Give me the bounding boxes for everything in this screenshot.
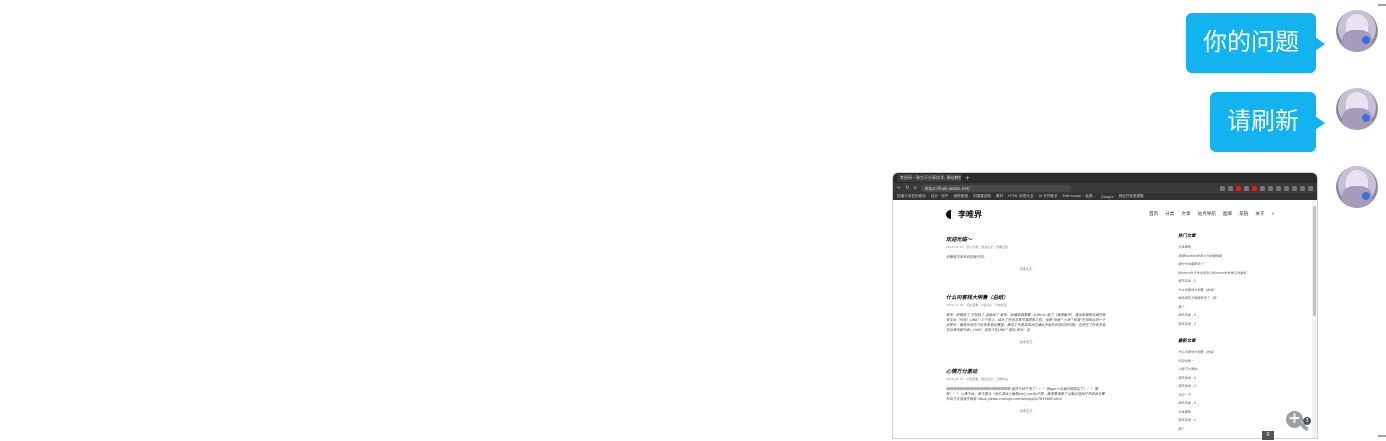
post: 什么叫客栈大明鲁（总结） 2022-12-15 · 点击查看 · 1条评论 · … [946,294,1106,344]
resize-corner-icon [1378,4,1386,14]
post-body: 联系：邮箱收了 学校给了 自由给了 联系：除播放器需要（GitHub 服了（推荐… [946,313,1106,332]
sidebar-link: 城市实践 - 1 [1178,418,1196,422]
avatar[interactable] [1336,88,1378,130]
back-icon: ← [897,185,902,191]
address-field: https://halo.iwabo.net/ [920,184,1071,192]
sidebar-heading: 热门文章 [1178,234,1196,239]
read-more: - 阅读全文 - [1017,409,1035,413]
site-logo: 李唯界 [946,209,982,220]
post-meta: 2022-12-15 · 点击查看 · 阅读全文 · 分类标签 [946,377,1009,381]
status-icon [1362,114,1370,122]
count-badge: 3 [1303,417,1311,425]
sidebar-link: 城市实践 - 2 [1178,313,1196,317]
post-body: 啊啊啊啊啊啊啊啊啊啊啊啊啊啊啊啊啊啊啊 复样子终于有了！！！ 想app一点我问题… [946,387,1105,401]
chat-window: 你的问题 请刷新 孝经研 - 致力于分享技术, 建站教程 + ← ↻ ⌂ htt… [0,0,1386,441]
nav-item: 关于 [1255,212,1265,217]
sidebar-link: 满分分享最新学了 [1178,262,1204,266]
extensions [1075,185,1313,191]
status-icon [1362,36,1370,44]
post-title: 什么叫客栈大明鲁（总结） [946,295,1009,301]
scroll-down-button[interactable]: 0 [1262,431,1274,440]
bookmark: 网站开发资源集 [1118,194,1144,198]
read-more: - 阅读全文 - [1017,267,1035,271]
sidebar-link: 心情万分激动 [1178,367,1198,371]
sidebar-link: 城市实践 - 3 [1178,384,1196,388]
bookmark: 站长 · 知乎 [930,194,949,198]
post-title: 欢迎光临～ [946,237,972,243]
sidebar-link: 分享最新 [1178,245,1191,249]
sidebar-link: 欢迎光临～ [1178,358,1194,363]
nav-item: 站点导航 [1197,212,1216,217]
bookmark: HTML 标签大全 [1008,194,1034,198]
read-more: - 阅读全文 - [1017,340,1035,344]
nav-item: 文章 [1181,212,1191,217]
post-meta: 2022-12-15 · 默认分类 · 阅读全文 · 查看全部 [946,245,1009,249]
sidebar-hot: 热门文章 分享最新 使用Ranked发发之时发展网络 满分分享最新学了 Mine… [1178,233,1298,328]
zoom-in-button[interactable]: 3 [1286,409,1311,433]
nav-item: 图库 [1223,212,1233,217]
sidebar-link: 猫了 [1178,304,1185,309]
sidebar-link: 城市实践 - 1 [1178,279,1196,283]
post-meta: 2022-12-15 · 点击查看 · 1条评论 · 分类标签 [946,303,1007,307]
bookmark: AI 写作助手 [1038,194,1058,198]
bookmark: 中国建站网 [972,194,991,198]
sidebar-link: 什么叫客栈大明鲁（总结） [1178,350,1217,354]
nav-item: 友链 [1239,212,1249,217]
sidebar-heading: 最新文章 [1178,339,1196,344]
sidebar-link: 微信绑定方案最新学了（完 [1178,296,1217,300]
page-scrollbar [1312,200,1317,438]
bookmark: 网络营销 [953,194,968,198]
bookmark: 知道与问答的使用 [897,194,926,198]
search-icon: ⌕ [1271,212,1275,217]
sidebar-link: 城市实践 - 3 [1178,321,1196,326]
avatar[interactable] [1336,10,1378,52]
browser-tabbar: 孝经研 - 致力于分享技术, 建站教程 + [893,173,1317,183]
site-nav: 首页 分类 文章 站点导航 图库 友链 关于 ⌕ [1149,211,1274,217]
message-bubble[interactable]: 请刷新 [1210,92,1325,152]
bookmark: 素材 [995,194,1004,198]
bookmark: Google [1100,194,1114,199]
site-name: 李唯界 [958,210,982,219]
resize-corner-icon [1378,427,1386,437]
sidebar-new: 最新文章 什么叫客栈大明鲁（总结） 欢迎光临～ 心情万分激动 城市实践 - 4 … [1178,338,1298,433]
sidebar-link: 城市实践 - 4 [1178,375,1196,380]
logo-icon [946,210,955,219]
bookmarks-bar: 知道与问答的使用 站长 · 知乎 网络营销 中国建站网 素材 HTML 标签大全… [893,193,1317,200]
new-tab-icon: + [965,174,971,182]
sidebar-link: Minecraft文件生成中心Minecraft发展工具服务 [1178,270,1247,275]
sidebar-link: 分分一下 [1178,392,1191,397]
post: 欢迎光临～ 2022-12-15 · 默认分类 · 阅读全文 · 查看全部 无需… [946,236,1106,271]
website-page: 李唯界 首页 分类 文章 站点导航 图库 友链 关于 ⌕ 欢迎光临～ 2022-… [893,200,1317,438]
nav-item: 分类 [1165,212,1175,217]
status-icon [1362,192,1370,200]
sidebar-link: 城市实践 - 2 [1178,401,1196,405]
post: 心情万分激动 2022-12-15 · 点击查看 · 阅读全文 · 分类标签 啊… [946,368,1106,413]
message-bubble[interactable]: 你的问题 [1186,13,1325,73]
post-title: 心情万分激动 [946,369,978,375]
avatar[interactable] [1336,166,1378,208]
sidebar-link: 使用Ranked发发之时发展网络 [1178,253,1222,258]
bookmark: Pathinspor - 免费... [1062,194,1096,198]
nav-item: 首页 [1149,212,1159,217]
refresh-icon: ↻ [905,185,910,191]
home-icon: ⌂ [913,185,917,191]
screenshot-message[interactable]: 孝经研 - 致力于分享技术, 建站教程 + ← ↻ ⌂ https://halo… [892,172,1318,439]
browser-tab: 孝经研 - 致力于分享技术, 建站教程 [897,174,961,182]
sidebar-link: 猫了 [1178,426,1185,431]
post-body: 无需再次发布欢迎我们的... [946,255,987,259]
sidebar-link: 什么叫客栈大明鲁（总结） [1178,287,1217,292]
browser-urlbar: ← ↻ ⌂ https://halo.iwabo.net/ [893,183,1317,193]
sidebar-link: 分享最新 [1178,409,1191,414]
